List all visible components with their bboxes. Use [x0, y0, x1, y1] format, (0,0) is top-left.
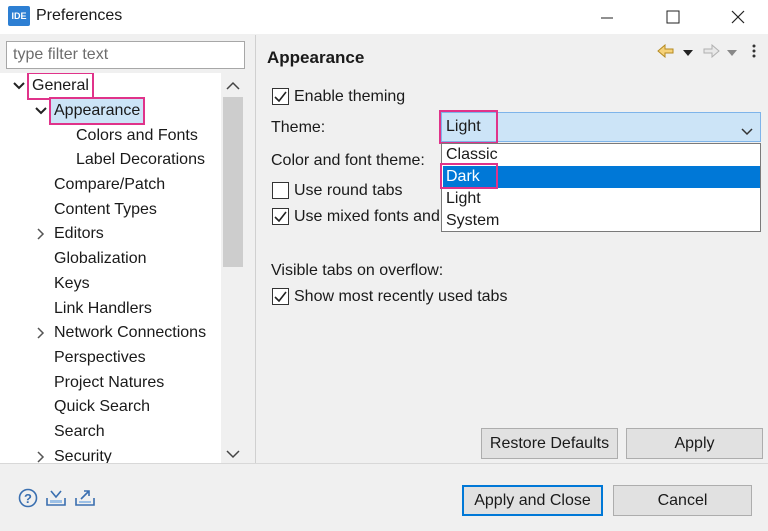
- tree-item-colors-and-fonts[interactable]: Colors and Fonts: [76, 124, 198, 148]
- theme-option-classic[interactable]: Classic: [443, 144, 760, 166]
- checkmark-icon: [274, 91, 287, 102]
- forward-arrow-icon[interactable]: [702, 43, 720, 63]
- title-bar: IDE Preferences: [0, 0, 768, 34]
- app-icon: IDE: [8, 6, 30, 26]
- visible-tabs-label: Visible tabs on overflow:: [271, 262, 444, 279]
- minimize-button[interactable]: [584, 0, 630, 34]
- tree-item-link-handlers[interactable]: Link Handlers: [54, 297, 152, 321]
- tree-item-security[interactable]: Security: [54, 445, 112, 463]
- scrollbar-thumb[interactable]: [223, 97, 243, 267]
- apply-button[interactable]: Apply: [626, 428, 763, 459]
- enable-theming-checkbox[interactable]: [272, 88, 289, 105]
- show-recent-tabs-checkbox[interactable]: [272, 288, 289, 305]
- back-menu-icon[interactable]: [682, 45, 694, 63]
- tree-item-keys[interactable]: Keys: [54, 272, 90, 296]
- preferences-tree: General Appearance Colors and Fonts Labe…: [0, 73, 221, 463]
- cancel-button[interactable]: Cancel: [613, 485, 752, 516]
- use-round-tabs-label: Use round tabs: [294, 182, 403, 199]
- apply-and-close-button[interactable]: Apply and Close: [462, 485, 603, 516]
- tree-item-editors[interactable]: Editors: [54, 222, 104, 246]
- tree-item-label-decorations[interactable]: Label Decorations: [76, 148, 205, 172]
- theme-label: Theme:: [271, 119, 326, 136]
- chevron-down-icon[interactable]: [12, 74, 26, 98]
- chevron-down-icon: [741, 123, 753, 141]
- theme-dropdown-list: Classic Dark Light System: [441, 143, 761, 232]
- tree-item-appearance[interactable]: Appearance: [48, 97, 146, 125]
- use-mixed-fonts-checkbox[interactable]: [272, 208, 289, 225]
- tree-item-quick-search[interactable]: Quick Search: [54, 395, 150, 419]
- forward-menu-icon[interactable]: [726, 45, 738, 63]
- import-icon[interactable]: [45, 488, 67, 513]
- tree-item-perspectives[interactable]: Perspectives: [54, 346, 146, 370]
- theme-option-light[interactable]: Light: [443, 188, 760, 210]
- tree-item-project-natures[interactable]: Project Natures: [54, 371, 164, 395]
- chevron-right-icon[interactable]: [34, 222, 48, 246]
- close-button[interactable]: [715, 0, 761, 34]
- theme-value-highlight: [439, 110, 498, 144]
- tree-item-compare-patch[interactable]: Compare/Patch: [54, 173, 165, 197]
- tree-item-network-connections[interactable]: Network Connections: [54, 321, 206, 345]
- chevron-down-icon[interactable]: [34, 99, 48, 123]
- scroll-down-icon[interactable]: [225, 446, 241, 464]
- minimize-icon: [601, 17, 613, 19]
- color-font-theme-label: Color and font theme:: [271, 152, 425, 169]
- view-menu-icon[interactable]: [751, 43, 757, 64]
- back-arrow-icon[interactable]: [657, 43, 675, 63]
- close-icon: [731, 10, 745, 24]
- page-title: Appearance: [267, 48, 365, 67]
- filter-input[interactable]: [6, 41, 245, 69]
- theme-option-system[interactable]: System: [443, 210, 760, 232]
- show-recent-tabs-label: Show most recently used tabs: [294, 288, 508, 305]
- scroll-up-icon[interactable]: [225, 78, 241, 96]
- chevron-right-icon[interactable]: [34, 445, 48, 463]
- tree-item-search[interactable]: Search: [54, 420, 105, 444]
- help-icon[interactable]: ?: [18, 488, 38, 513]
- tree-item-globalization[interactable]: Globalization: [54, 247, 147, 271]
- checkmark-icon: [274, 291, 287, 302]
- window-title: Preferences: [36, 7, 123, 24]
- dark-option-highlight: [440, 163, 498, 189]
- enable-theming-label: Enable theming: [294, 88, 406, 105]
- use-round-tabs-checkbox[interactable]: [272, 182, 289, 199]
- svg-text:?: ?: [24, 491, 32, 506]
- restore-defaults-button[interactable]: Restore Defaults: [481, 428, 618, 459]
- tree-item-general[interactable]: General: [27, 73, 94, 100]
- maximize-button[interactable]: [650, 0, 696, 34]
- chevron-right-icon[interactable]: [34, 321, 48, 345]
- tree-item-content-types[interactable]: Content Types: [54, 198, 157, 222]
- use-mixed-fonts-label: Use mixed fonts and: [294, 208, 440, 225]
- maximize-icon: [666, 10, 680, 24]
- checkmark-icon: [274, 211, 287, 222]
- export-icon[interactable]: [74, 488, 96, 513]
